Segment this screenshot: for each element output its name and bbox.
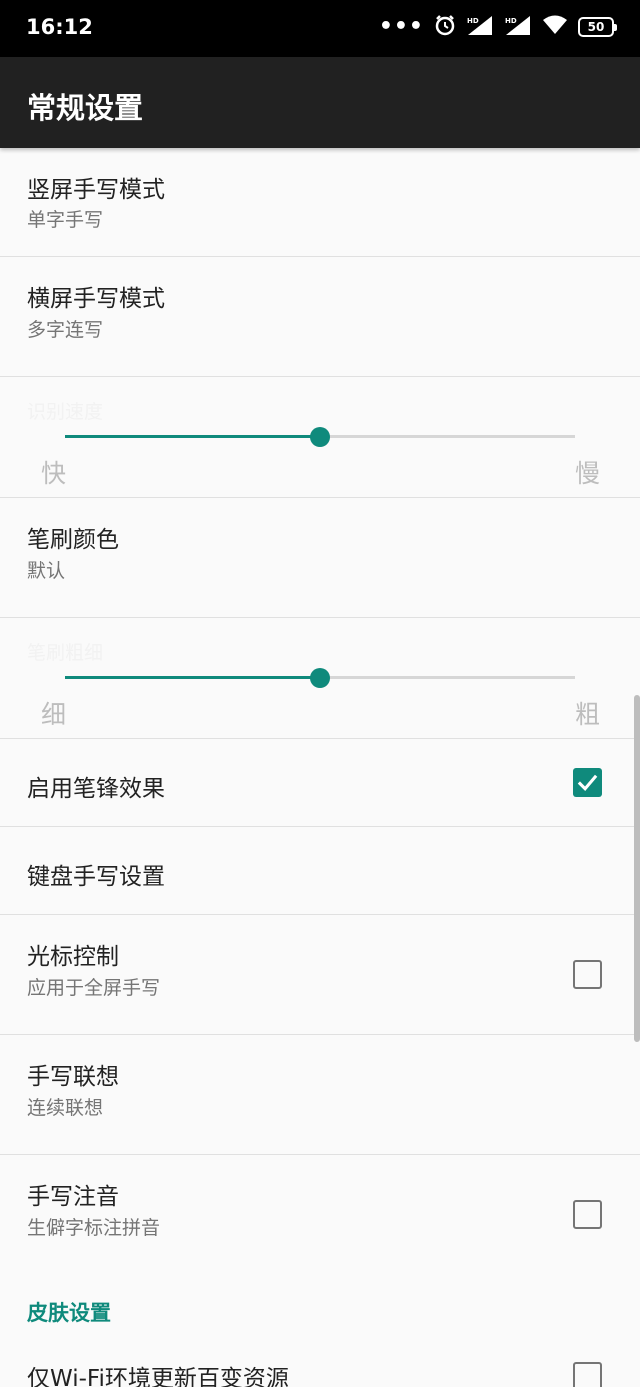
- setting-handwriting-phonetic[interactable]: 手写注音 生僻字标注拼音: [0, 1155, 640, 1275]
- setting-title: 横屏手写模式: [27, 286, 165, 312]
- speed-slider-thumb[interactable]: [310, 427, 330, 447]
- svg-text:HD: HD: [505, 17, 517, 25]
- setting-title: 识别速度: [27, 401, 104, 423]
- cursor-control-checkbox[interactable]: [573, 960, 602, 989]
- setting-landscape-handwriting[interactable]: 横屏手写模式 多字连写: [0, 257, 640, 377]
- speed-min-label: 快: [41, 459, 67, 488]
- setting-cursor-control[interactable]: 光标控制 应用于全屏手写: [0, 915, 640, 1035]
- setting-summary: 连续联想: [27, 1097, 104, 1119]
- phonetic-checkbox[interactable]: [573, 1200, 602, 1229]
- setting-summary: 默认: [27, 560, 66, 582]
- section-title: 皮肤设置: [27, 1301, 111, 1325]
- hd-signal-icon: HD: [504, 14, 532, 40]
- checkmark-icon: [577, 774, 598, 791]
- setting-title: 笔刷粗细: [27, 642, 104, 664]
- setting-brush-color[interactable]: 笔刷颜色 默认: [0, 498, 640, 618]
- thickness-slider-fill: [65, 676, 320, 679]
- section-header-skin: 皮肤设置: [0, 1275, 640, 1345]
- svg-text:HD: HD: [467, 17, 479, 25]
- wifi-icon: [542, 15, 568, 39]
- setting-title: 手写注音: [27, 1184, 119, 1210]
- setting-title: 竖屏手写模式: [27, 177, 165, 203]
- setting-title: 笔刷颜色: [27, 527, 119, 553]
- settings-list: 竖屏手写模式 单字手写 横屏手写模式 多字连写 识别速度 快 慢 笔刷颜色 默认…: [0, 148, 640, 1387]
- more-dots-icon: •••: [378, 14, 424, 39]
- speed-slider-fill: [65, 435, 320, 438]
- thickness-min-label: 细: [41, 700, 67, 729]
- status-icons: ••• HD HD 50: [378, 14, 617, 40]
- setting-title: 手写联想: [27, 1064, 119, 1090]
- battery-icon: 50: [578, 17, 617, 37]
- wifi-update-checkbox[interactable]: [573, 1362, 602, 1387]
- setting-title: 启用笔锋效果: [27, 776, 165, 802]
- setting-portrait-handwriting[interactable]: 竖屏手写模式 单字手写: [0, 148, 640, 257]
- setting-title: 仅Wi-Fi环境更新百变资源: [27, 1366, 289, 1387]
- setting-summary: 生僻字标注拼音: [27, 1217, 161, 1239]
- status-time: 16:12: [26, 15, 93, 39]
- setting-summary: 单字手写: [27, 209, 104, 231]
- setting-brush-thickness: 笔刷粗细 细 粗: [0, 618, 640, 739]
- thickness-max-label: 粗: [574, 700, 600, 729]
- setting-recognition-speed: 识别速度 快 慢: [0, 377, 640, 498]
- setting-wifi-update-only[interactable]: 仅Wi-Fi环境更新百变资源: [0, 1345, 640, 1387]
- setting-title: 光标控制: [27, 944, 119, 970]
- scrollbar[interactable]: [634, 695, 640, 1042]
- setting-pen-tip-effect[interactable]: 启用笔锋效果: [0, 739, 640, 827]
- setting-summary: 应用于全屏手写: [27, 977, 161, 999]
- thickness-slider-thumb[interactable]: [310, 668, 330, 688]
- setting-handwriting-prediction[interactable]: 手写联想 连续联想: [0, 1035, 640, 1155]
- setting-title: 键盘手写设置: [27, 864, 165, 890]
- hd-signal-icon: HD: [466, 14, 494, 40]
- speed-max-label: 慢: [574, 459, 600, 488]
- status-bar: 16:12 ••• HD HD 50: [0, 0, 640, 57]
- setting-keyboard-handwriting[interactable]: 键盘手写设置: [0, 827, 640, 915]
- app-bar: 常规设置: [0, 57, 640, 148]
- alarm-icon: [434, 14, 456, 40]
- setting-summary: 多字连写: [27, 319, 104, 341]
- page-title: 常规设置: [27, 91, 144, 125]
- pen-tip-checkbox[interactable]: [573, 768, 602, 797]
